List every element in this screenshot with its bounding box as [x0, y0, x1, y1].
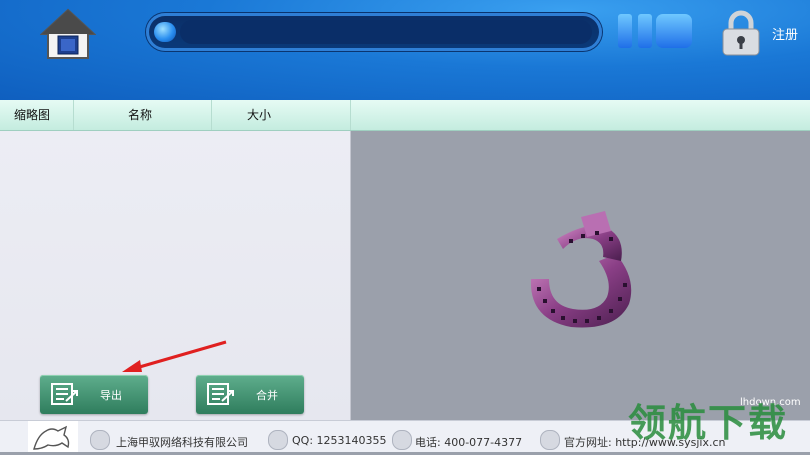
column-thumbnail[interactable]: 缩略图 [0, 100, 74, 130]
footer-company: 上海甲驭网络科技有限公司 [116, 436, 248, 449]
column-header-bar: 缩略图 名称 大小 [0, 100, 810, 131]
film-reel-icon [530, 211, 632, 328]
merge-label: 合并 [256, 389, 278, 402]
globe-icon [540, 430, 560, 450]
column-size[interactable]: 大小 [212, 100, 351, 130]
top-toolbar: 注册 [0, 0, 810, 100]
stop-button[interactable] [656, 14, 692, 48]
pause-icon [618, 14, 632, 48]
export-button[interactable]: 导出 [40, 375, 148, 414]
home-icon [39, 8, 97, 59]
merge-button[interactable]: 合并 [196, 375, 304, 414]
horse-logo-icon [33, 425, 70, 450]
phone-icon [392, 430, 412, 450]
footer-qq: QQ: 1253140355 [292, 434, 387, 447]
company-logo [28, 421, 78, 452]
annotation-arrow [122, 340, 227, 372]
watermark-brand: 领航下载 [628, 401, 789, 445]
pause-icon-bar [638, 14, 652, 48]
video-preview-panel [351, 131, 810, 420]
building-icon [90, 430, 110, 450]
register-link[interactable]: 注册 [772, 24, 798, 43]
footer-phone: 电话: 400-077-4377 [415, 436, 523, 449]
column-name[interactable]: 名称 [74, 100, 212, 130]
qq-icon [268, 430, 288, 450]
lock-icon [722, 10, 760, 56]
progress-slider[interactable] [146, 13, 602, 51]
progress-track-inner [180, 20, 592, 44]
progress-knob[interactable] [154, 22, 176, 42]
pause-button[interactable] [618, 14, 652, 48]
home-button[interactable] [39, 8, 97, 60]
export-label: 导出 [100, 389, 122, 402]
lock-button[interactable] [721, 10, 761, 56]
